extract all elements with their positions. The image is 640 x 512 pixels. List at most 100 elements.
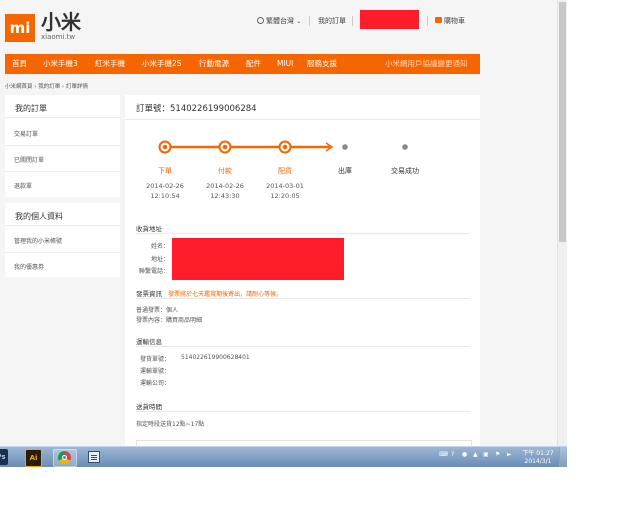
- divider: [5, 252, 120, 253]
- breadcrumb: 小米網首頁 › 我的訂單 › 訂單詳情: [5, 84, 88, 90]
- address-heading: 收貨地址: [136, 225, 162, 233]
- network-icon[interactable]: ▣: [483, 451, 489, 458]
- brand-name[interactable]: 小米: [41, 12, 81, 32]
- notes-taskbar-button[interactable]: [86, 449, 102, 465]
- help-icon[interactable]: ?: [451, 451, 454, 458]
- brand-domain: xiaomi.tw: [41, 33, 76, 41]
- stage-time: 12:20:05: [270, 192, 300, 200]
- order-detail-panel: 訂單號：5140226199006284 下單 付款 配貨 出庫 交易成功 20…: [125, 95, 480, 467]
- stage-paid: 付款: [218, 167, 232, 175]
- stage-allocated-time: 2014-03-01 12:20:05: [255, 181, 315, 201]
- redacted-username: [360, 10, 419, 29]
- scrollbar-thumb[interactable]: [559, 2, 566, 242]
- language-selector[interactable]: 繁體台灣 ⌄: [257, 14, 301, 29]
- invoice-type: 普通發票：個人: [136, 307, 179, 314]
- nav-item-mi3[interactable]: 小米手機3: [43, 54, 78, 74]
- nav-item-mi2s[interactable]: 小米手機2S: [142, 54, 182, 74]
- name-label: 姓名：: [151, 243, 170, 250]
- notepad-icon: [88, 451, 100, 463]
- stage-shipped: 出庫: [338, 167, 352, 175]
- stage-complete: 交易成功: [391, 167, 419, 175]
- nav-item-redmi[interactable]: 紅米手機: [95, 54, 125, 74]
- clock-time: 下午 01:27: [522, 450, 554, 457]
- nav-item-home[interactable]: 首頁: [12, 54, 27, 74]
- stage-ordered-time: 2014-02-26 12:10:54: [135, 181, 195, 201]
- divider: [136, 346, 470, 347]
- language-label: 繁體台灣: [266, 17, 294, 25]
- nav-item-support[interactable]: 服務支援: [307, 54, 337, 74]
- dispatch-no-value: 514022619900628401: [181, 354, 250, 361]
- phone-label: 聯繫電話：: [139, 268, 170, 275]
- progress-node-pending: [342, 144, 348, 150]
- illustrator-taskbar-button[interactable]: Ai: [25, 449, 42, 467]
- cart-link[interactable]: 購物車: [435, 14, 465, 28]
- show-desktop-button[interactable]: [559, 447, 567, 467]
- sidebar-profile: 我的個人資料 管理我的小米帳號 我的優惠券: [5, 203, 120, 277]
- divider: [5, 171, 120, 172]
- dispatch-no-label: 發貨單號：: [140, 356, 171, 363]
- order-progress-tracker: [158, 140, 408, 154]
- redacted-address: [172, 238, 344, 280]
- keyboard-icon[interactable]: ⌨: [439, 451, 448, 458]
- shipping-heading: 運輸信息: [136, 338, 162, 346]
- breadcrumb-home[interactable]: 小米網首頁: [5, 84, 33, 90]
- divider: [427, 16, 428, 26]
- delivery-time: 指定時段送貨12點~17點: [136, 421, 205, 428]
- invoice-content: 發票內容：購買商品明細: [136, 317, 203, 324]
- sidebar-profile-title: 我的個人資料: [15, 212, 63, 221]
- volume-icon[interactable]: ►: [507, 451, 512, 458]
- sidebar-item-closed-orders[interactable]: 已關閉訂單: [14, 155, 44, 164]
- stage-time: 12:43:30: [210, 192, 240, 200]
- divider: [5, 225, 120, 226]
- progress-dot: [222, 144, 228, 150]
- address-label: 地址：: [151, 256, 170, 263]
- sidebar-item-account[interactable]: 管理我的小米帳號: [14, 236, 62, 245]
- sidebar-item-trade-orders[interactable]: 交易訂單: [14, 129, 38, 138]
- nav-item-accessories[interactable]: 配件: [246, 54, 261, 74]
- cart-label: 購物車: [444, 17, 465, 25]
- sidebar-orders: 我的訂單 交易訂單 已關閉訂單 退款單: [5, 95, 120, 197]
- divider: [136, 298, 470, 299]
- globe-icon: [257, 17, 264, 24]
- stage-time: 12:10:54: [150, 192, 180, 200]
- divider: [309, 16, 310, 26]
- invoice-notice: 發票將於七天鑑賞期後寄出，請耐心等候。: [168, 291, 283, 298]
- vertical-scrollbar[interactable]: [557, 0, 567, 446]
- chrome-taskbar-button[interactable]: [53, 449, 77, 467]
- main-nav: 首頁 小米手機3 紅米手機 小米手機2S 行動電源 配件 MIUI 服務支援 小…: [5, 54, 480, 74]
- flag-icon[interactable]: ⚑: [495, 451, 500, 458]
- mi-logo[interactable]: mi: [5, 14, 35, 42]
- carrier-label: 運輸公司：: [140, 380, 171, 387]
- divider: [5, 145, 120, 146]
- tray-expand-icon[interactable]: ▲: [473, 451, 478, 458]
- stage-paid-time: 2014-02-26 12:43:30: [195, 181, 255, 201]
- divider: [136, 411, 470, 412]
- stage-date: 2014-02-26: [206, 182, 244, 190]
- invoice-section: 發票資訊 發票將於七天鑑賞期後寄出，請耐心等候。: [136, 288, 282, 298]
- divider: [136, 233, 470, 234]
- progress-node-pending: [402, 144, 408, 150]
- nav-item-powerbank[interactable]: 行動電源: [199, 54, 229, 74]
- sidebar-item-refunds[interactable]: 退款單: [14, 181, 32, 190]
- stage-date: 2014-03-01: [266, 182, 304, 190]
- tracking-no-label: 運輸單號：: [140, 368, 171, 375]
- sidebar-item-coupons[interactable]: 我的優惠券: [14, 262, 44, 271]
- sidebar-orders-title: 我的訂單: [15, 104, 47, 113]
- progress-dot: [162, 144, 168, 150]
- my-orders-link[interactable]: 我的訂單: [318, 14, 346, 28]
- stage-ordered: 下單: [158, 167, 172, 175]
- taskbar-clock[interactable]: 下午 01:27 2014/3/1: [520, 450, 556, 466]
- browser-viewport: mi 小米 xiaomi.tw 繁體台灣 ⌄ 我的訂單 購物車 首頁 小米手機3…: [0, 0, 567, 467]
- photoshop-taskbar-button[interactable]: Ps: [0, 449, 8, 465]
- nav-item-miui[interactable]: MIUI: [277, 54, 293, 74]
- nav-promo-link[interactable]: 小米網用戶協議變更通知: [385, 54, 468, 74]
- invoice-heading: 發票資訊: [136, 290, 162, 298]
- divider: [5, 117, 120, 118]
- clock-date: 2014/3/1: [524, 458, 552, 465]
- site-header: mi 小米 xiaomi.tw 繁體台灣 ⌄ 我的訂單 購物車: [0, 0, 557, 49]
- chevron-down-icon: ⌄: [296, 18, 302, 25]
- ime-icon[interactable]: ●: [462, 451, 467, 458]
- stage-date: 2014-02-26: [146, 182, 184, 190]
- breadcrumb-orders[interactable]: 我的訂單: [38, 84, 60, 90]
- delivery-heading: 送貨時間: [136, 403, 162, 411]
